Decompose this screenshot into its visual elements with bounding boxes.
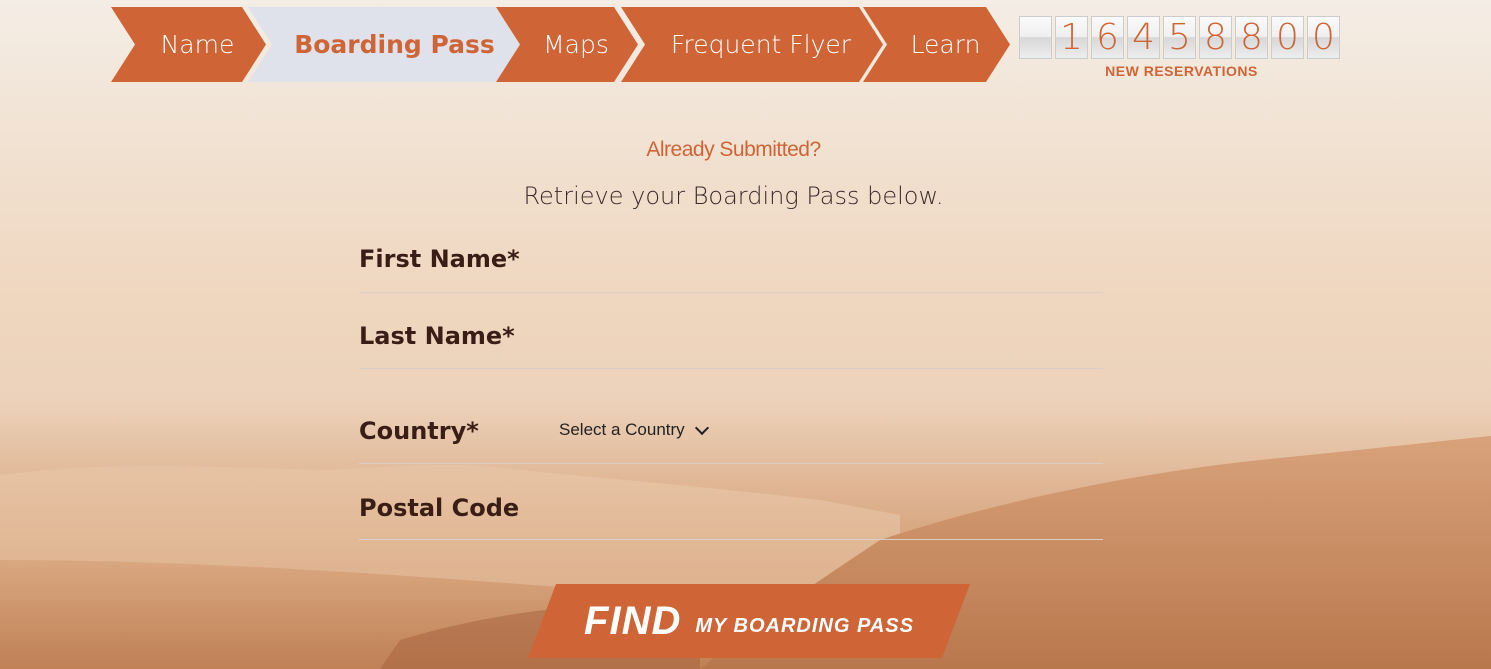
postal-code-field: Postal Code [359, 488, 1103, 540]
counter-digit: 0 [1307, 16, 1340, 59]
nav-step-label: Boarding Pass [294, 30, 495, 59]
counter-digit: 8 [1199, 16, 1232, 59]
counter-digit: 5 [1163, 16, 1196, 59]
reservation-counter: 1 6 4 5 8 8 0 0 NEW RESERVATIONS [1019, 16, 1344, 79]
nav-step-frequent-flyer[interactable]: Frequent Flyer [621, 7, 883, 82]
nav-step-boarding-pass[interactable]: Boarding Pass [248, 7, 523, 82]
first-name-input[interactable] [539, 244, 1103, 278]
retrieve-subheading: Retrieve your Boarding Pass below. [523, 182, 944, 210]
postal-code-input[interactable] [539, 493, 1103, 527]
country-label: Country* [359, 417, 479, 445]
nav-step-label: Learn [910, 30, 981, 59]
chevron-down-icon [694, 420, 709, 436]
postal-code-label: Postal Code [359, 494, 520, 522]
nav-step-label: Maps [543, 30, 609, 59]
country-select[interactable]: Select a Country [559, 420, 709, 440]
find-button-small-text: MY BOARDING PASS [695, 614, 914, 637]
first-name-field: First Name* [359, 240, 1103, 293]
nav-step-label: Frequent Flyer [670, 30, 852, 59]
counter-digit: 0 [1271, 16, 1304, 59]
counter-digit [1019, 16, 1052, 59]
first-name-label: First Name* [359, 245, 520, 273]
last-name-label: Last Name* [359, 322, 515, 350]
counter-digit: 4 [1127, 16, 1160, 59]
country-field: Country* Select a Country [359, 400, 1103, 464]
counter-digits: 1 6 4 5 8 8 0 0 [1019, 16, 1344, 59]
counter-digit: 6 [1091, 16, 1124, 59]
find-button-big-text: FIND [584, 598, 682, 643]
counter-digit: 8 [1235, 16, 1268, 59]
country-select-value: Select a Country [559, 420, 685, 439]
find-boarding-pass-button[interactable]: FIND MY BOARDING PASS [528, 584, 970, 658]
nav-step-label: Name [160, 30, 235, 59]
counter-digit: 1 [1055, 16, 1088, 59]
last-name-input[interactable] [539, 322, 1103, 356]
counter-label: NEW RESERVATIONS [1105, 63, 1258, 79]
last-name-field: Last Name* [359, 318, 1103, 369]
already-submitted-heading: Already Submitted? [646, 138, 821, 161]
